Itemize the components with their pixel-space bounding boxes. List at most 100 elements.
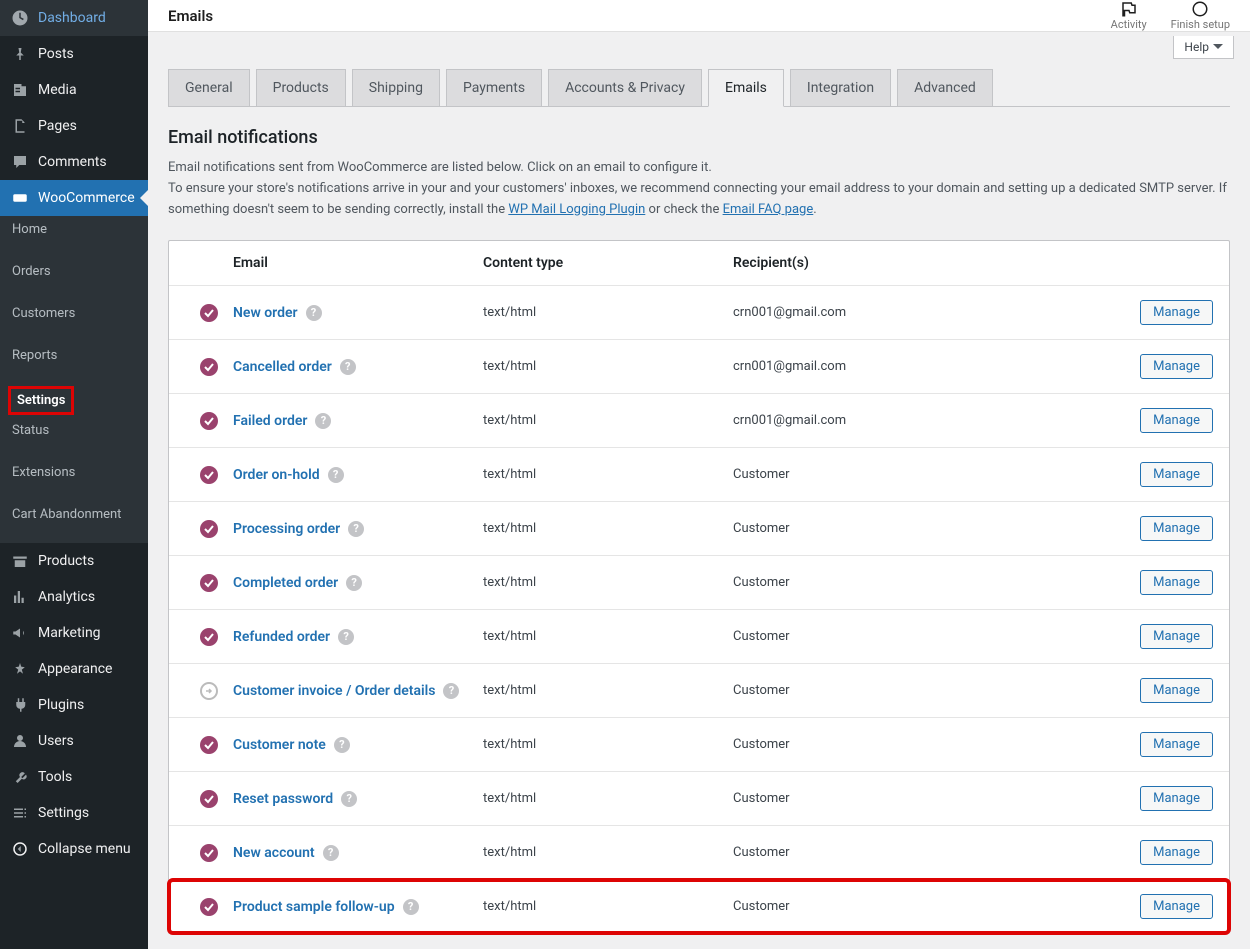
email-name-link[interactable]: Processing order? [233,521,364,537]
sidebar-item-pages[interactable]: Pages [0,108,148,144]
manage-button[interactable]: Manage [1140,732,1213,757]
help-icon[interactable]: ? [323,845,339,861]
sidebar-item-users[interactable]: Users [0,723,148,759]
tab-shipping[interactable]: Shipping [352,69,440,106]
media-icon [10,80,30,100]
sidebar-item-appearance[interactable]: Appearance [0,651,148,687]
manage-button[interactable]: Manage [1140,624,1213,649]
tab-general[interactable]: General [168,69,250,106]
sidebar-item-comments[interactable]: Comments [0,144,148,180]
status-enabled-icon [200,736,218,754]
status-enabled-icon [200,520,218,538]
flag-icon [1120,0,1138,18]
table-row: Refunded order? text/html Customer Manag… [169,610,1229,664]
help-icon[interactable]: ? [334,737,350,753]
submenu-item-cart-abandonment[interactable]: Cart Abandonment [0,501,148,528]
sidebar-item-collapse-menu[interactable]: Collapse menu [0,831,148,867]
email-name-link[interactable]: Customer note? [233,737,350,753]
help-icon[interactable]: ? [315,413,331,429]
status-manual-icon [200,682,218,700]
table-row: Customer invoice / Order details? text/h… [169,664,1229,718]
finish-label: Finish setup [1171,18,1230,31]
submenu-item-settings[interactable]: Settings [8,386,74,415]
submenu-item-home[interactable]: Home [0,216,148,243]
table-row: Product sample follow-up? text/html Cust… [169,880,1229,933]
manage-button[interactable]: Manage [1140,354,1213,379]
sidebar-item-label: Users [38,733,74,749]
status-enabled-icon [200,466,218,484]
help-tab[interactable]: Help [1173,36,1234,59]
sidebar-item-label: Dashboard [38,10,106,26]
table-row: Completed order? text/html Customer Mana… [169,556,1229,610]
admin-sidebar: Dashboard PostsMediaPagesComments WooComme… [0,0,148,949]
sidebar-item-marketing[interactable]: Marketing [0,615,148,651]
manage-button[interactable]: Manage [1140,570,1213,595]
manage-button[interactable]: Manage [1140,678,1213,703]
content-type: text/html [483,683,733,698]
help-icon[interactable]: ? [340,359,356,375]
header-type: Content type [483,255,733,271]
manage-button[interactable]: Manage [1140,840,1213,865]
sidebar-item-settings[interactable]: Settings [0,795,148,831]
sidebar-item-media[interactable]: Media [0,72,148,108]
manage-button[interactable]: Manage [1140,894,1213,919]
sidebar-item-products[interactable]: Products [0,543,148,579]
help-icon[interactable]: ? [306,305,322,321]
submenu-item-status[interactable]: Status [0,417,148,444]
submenu-item-reports[interactable]: Reports [0,342,148,369]
section-desc: Email notifications sent from WooCommerc… [168,158,1230,220]
email-name-link[interactable]: New account? [233,845,339,861]
email-name-link[interactable]: Reset password? [233,791,357,807]
tab-products[interactable]: Products [256,69,346,106]
status-enabled-icon [200,898,218,916]
sidebar-item-analytics[interactable]: Analytics [0,579,148,615]
email-name-link[interactable]: Cancelled order? [233,359,356,375]
tab-accounts-privacy[interactable]: Accounts & Privacy [548,69,702,106]
manage-button[interactable]: Manage [1140,300,1213,325]
sidebar-item-plugins[interactable]: Plugins [0,687,148,723]
tab-emails[interactable]: Emails [708,69,784,107]
status-enabled-icon [200,790,218,808]
manage-button[interactable]: Manage [1140,408,1213,433]
content-type: text/html [483,845,733,860]
sidebar-item-label: WooCommerce [38,190,135,206]
woocommerce-submenu: Home Orders Customers Reports SettingsStatus… [0,216,148,543]
finish-setup-button[interactable]: Finish setup [1171,0,1230,31]
sidebar-item-woocommerce[interactable]: WooCommerce [0,180,148,216]
tab-advanced[interactable]: Advanced [897,69,993,106]
sidebar-item-dashboard[interactable]: Dashboard [0,0,148,36]
help-icon[interactable]: ? [341,791,357,807]
email-name-link[interactable]: New order? [233,305,322,321]
submenu-item-extensions[interactable]: Extensions [0,459,148,486]
help-icon[interactable]: ? [403,899,419,915]
tab-payments[interactable]: Payments [446,69,542,106]
help-icon[interactable]: ? [348,521,364,537]
submenu-item-customers[interactable]: Customers [0,300,148,327]
recipients: Customer [733,629,1123,644]
tab-integration[interactable]: Integration [790,69,891,106]
help-icon[interactable]: ? [346,575,362,591]
submenu-item-orders[interactable]: Orders [0,258,148,285]
sidebar-item-tools[interactable]: Tools [0,759,148,795]
manage-button[interactable]: Manage [1140,462,1213,487]
content-type: text/html [483,737,733,752]
email-name-link[interactable]: Completed order? [233,575,362,591]
sidebar-item-label: Tools [38,769,72,785]
email-name-link[interactable]: Product sample follow-up? [233,899,419,915]
help-icon[interactable]: ? [443,683,459,699]
activity-button[interactable]: Activity [1111,0,1147,31]
help-icon[interactable]: ? [338,629,354,645]
manage-button[interactable]: Manage [1140,516,1213,541]
desc-line2c: . [813,202,816,217]
manage-button[interactable]: Manage [1140,786,1213,811]
content-type: text/html [483,305,733,320]
wp-mail-link[interactable]: WP Mail Logging Plugin [508,202,645,217]
email-name-link[interactable]: Refunded order? [233,629,354,645]
help-icon[interactable]: ? [328,467,344,483]
email-name-link[interactable]: Customer invoice / Order details? [233,683,459,699]
sidebar-item-posts[interactable]: Posts [0,36,148,72]
activity-label: Activity [1111,18,1147,31]
email-faq-link[interactable]: Email FAQ page [723,202,814,217]
email-name-link[interactable]: Failed order? [233,413,331,429]
email-name-link[interactable]: Order on-hold? [233,467,344,483]
